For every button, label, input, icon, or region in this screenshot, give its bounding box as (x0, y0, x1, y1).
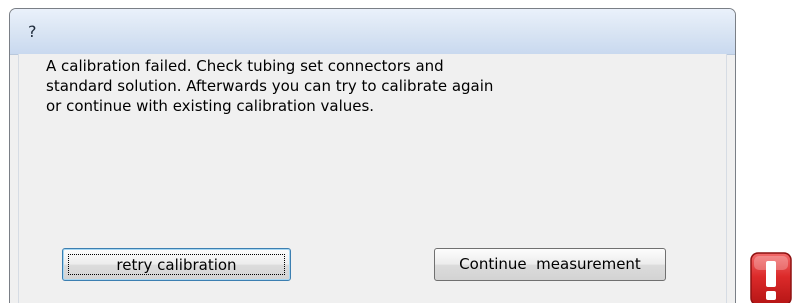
dialog-window: ? A calibration failed. Check tubing set… (9, 8, 736, 303)
retry-calibration-button[interactable]: retry calibration (62, 248, 291, 281)
continue-measurement-button[interactable]: Continue measurement (434, 248, 666, 281)
dialog-message: A calibration failed. Check tubing set c… (46, 57, 494, 115)
error-icon (750, 252, 792, 303)
window-title: ? (28, 22, 37, 41)
screen: ? A calibration failed. Check tubing set… (0, 0, 795, 303)
title-bar[interactable]: ? (10, 9, 735, 55)
retry-calibration-label: retry calibration (68, 254, 285, 275)
